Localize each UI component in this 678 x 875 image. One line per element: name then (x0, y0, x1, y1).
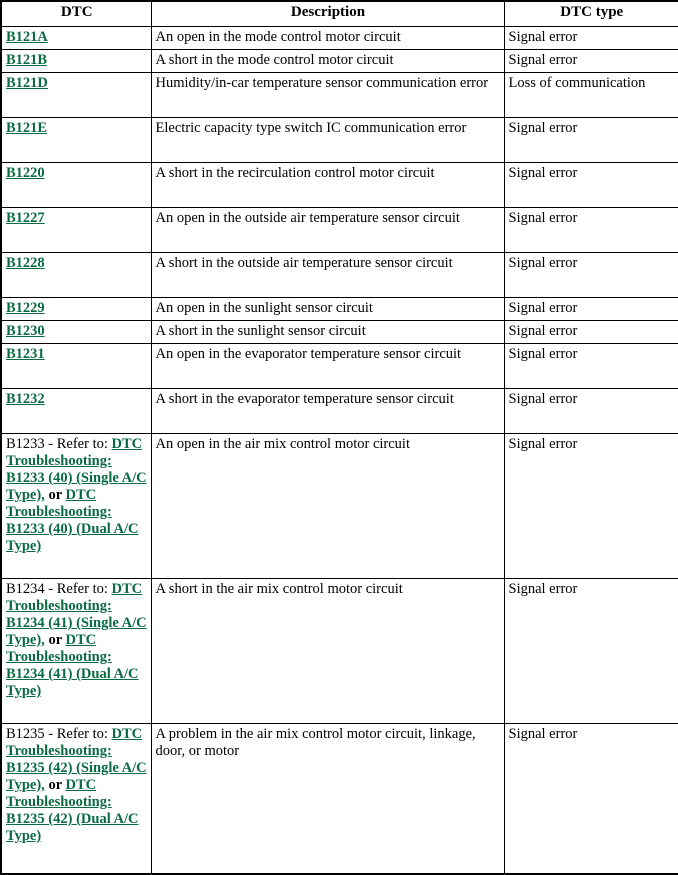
column-header-dtc-type: DTC type (503, 0, 678, 27)
table-row: B1234 - Refer to: DTC Troubleshooting: B… (0, 578, 678, 724)
cell-dtc: B121A (0, 26, 152, 50)
cell-dtc-type: Signal error (503, 26, 678, 50)
table-header: DTC Description DTC type (0, 0, 678, 27)
cell-description: A short in the evaporator temperature se… (150, 388, 505, 434)
dtc-code-link[interactable]: B1231 (6, 346, 45, 362)
cell-description: A short in the sunlight sensor circuit (150, 320, 505, 344)
cell-description: A short in the air mix control motor cir… (150, 578, 505, 724)
table-row: B121E Electric capacity type switch IC co… (0, 117, 678, 163)
table-row: B1235 - Refer to: DTC Troubleshooting: B… (0, 723, 678, 875)
cell-description: An open in the outside air temperature s… (150, 207, 505, 253)
dtc-reference-conjunction: or (44, 632, 66, 648)
dtc-code-link[interactable]: B1229 (6, 300, 45, 316)
table-row: B1227 An open in the outside air temperat… (0, 207, 678, 253)
cell-dtc-type: Signal error (503, 433, 678, 579)
cell-description: An open in the evaporator temperature se… (150, 343, 505, 389)
cell-description: A short in the outside air temperature s… (150, 252, 505, 298)
cell-description: Humidity/in-car temperature sensor commu… (150, 72, 505, 118)
cell-dtc: B1231 (0, 343, 152, 389)
dtc-code-link[interactable]: B1227 (6, 210, 45, 226)
dtc-code-link[interactable]: B121B (6, 52, 47, 68)
cell-dtc-type: Signal error (503, 343, 678, 389)
dtc-table: DTC Description DTC type B121A An open in… (0, 0, 678, 875)
cell-description: An open in the air mix control motor cir… (150, 433, 505, 579)
cell-dtc: B1234 - Refer to: DTC Troubleshooting: B… (0, 578, 152, 724)
cell-description: A short in the mode control motor circui… (150, 49, 505, 73)
cell-dtc: B121D (0, 72, 152, 118)
column-header-description: Description (150, 0, 505, 27)
cell-dtc-type: Signal error (503, 207, 678, 253)
dtc-reference-prefix: B1234 - Refer to: (6, 581, 108, 597)
cell-dtc-type: Signal error (503, 252, 678, 298)
table-row: B1228 A short in the outside air temperat… (0, 252, 678, 298)
dtc-code-link[interactable]: B1230 (6, 323, 45, 339)
cell-dtc: B121B (0, 49, 152, 73)
cell-dtc: B121E (0, 117, 152, 163)
dtc-reference-prefix: B1235 - Refer to: (6, 726, 108, 742)
cell-description: A problem in the air mix control motor c… (150, 723, 505, 875)
table-row: B1232 A short in the evaporator temperatu… (0, 388, 678, 434)
dtc-reference-conjunction: or (44, 487, 66, 503)
table-row: B1231 An open in the evaporator temperatu… (0, 343, 678, 389)
table-row: B121D Humidity/in-car temperature sensor … (0, 72, 678, 118)
dtc-reference-conjunction: or (44, 777, 66, 793)
dtc-code-link[interactable]: B1220 (6, 165, 45, 181)
column-header-dtc: DTC (0, 0, 152, 27)
cell-description: An open in the sunlight sensor circuit (150, 297, 505, 321)
table-body: B121A An open in the mode control motor c… (0, 26, 678, 875)
table-row: B1233 - Refer to: DTC Troubleshooting: B… (0, 433, 678, 579)
cell-dtc-type: Signal error (503, 297, 678, 321)
table-header-row: DTC Description DTC type (0, 0, 678, 27)
cell-description: Electric capacity type switch IC communi… (150, 117, 505, 163)
cell-dtc: B1235 - Refer to: DTC Troubleshooting: B… (0, 723, 152, 875)
cell-dtc-type: Signal error (503, 578, 678, 724)
dtc-code-link[interactable]: B121A (6, 29, 48, 45)
cell-dtc-type: Signal error (503, 388, 678, 434)
cell-dtc-type: Signal error (503, 320, 678, 344)
table-row: B1230 A short in the sunlight sensor circ… (0, 320, 678, 344)
cell-description: A short in the recirculation control mot… (150, 162, 505, 208)
table-row: B1229 An open in the sunlight sensor circ… (0, 297, 678, 321)
cell-dtc-type: Loss of communication (503, 72, 678, 118)
cell-dtc-type: Signal error (503, 117, 678, 163)
cell-dtc: B1227 (0, 207, 152, 253)
cell-dtc: B1229 (0, 297, 152, 321)
dtc-code-link[interactable]: B121E (6, 120, 47, 136)
cell-description: An open in the mode control motor circui… (150, 26, 505, 50)
cell-dtc: B1230 (0, 320, 152, 344)
dtc-code-link[interactable]: B1228 (6, 255, 45, 271)
dtc-code-link[interactable]: B1232 (6, 391, 45, 407)
cell-dtc: B1233 - Refer to: DTC Troubleshooting: B… (0, 433, 152, 579)
cell-dtc-type: Signal error (503, 723, 678, 875)
dtc-reference-prefix: B1233 - Refer to: (6, 436, 108, 452)
cell-dtc-type: Signal error (503, 49, 678, 73)
dtc-code-link[interactable]: B121D (6, 75, 48, 91)
cell-dtc: B1220 (0, 162, 152, 208)
table-row: B1220 A short in the recirculation contro… (0, 162, 678, 208)
cell-dtc-type: Signal error (503, 162, 678, 208)
table-row: B121B A short in the mode control motor c… (0, 49, 678, 73)
table-row: B121A An open in the mode control motor c… (0, 26, 678, 50)
cell-dtc: B1232 (0, 388, 152, 434)
cell-dtc: B1228 (0, 252, 152, 298)
